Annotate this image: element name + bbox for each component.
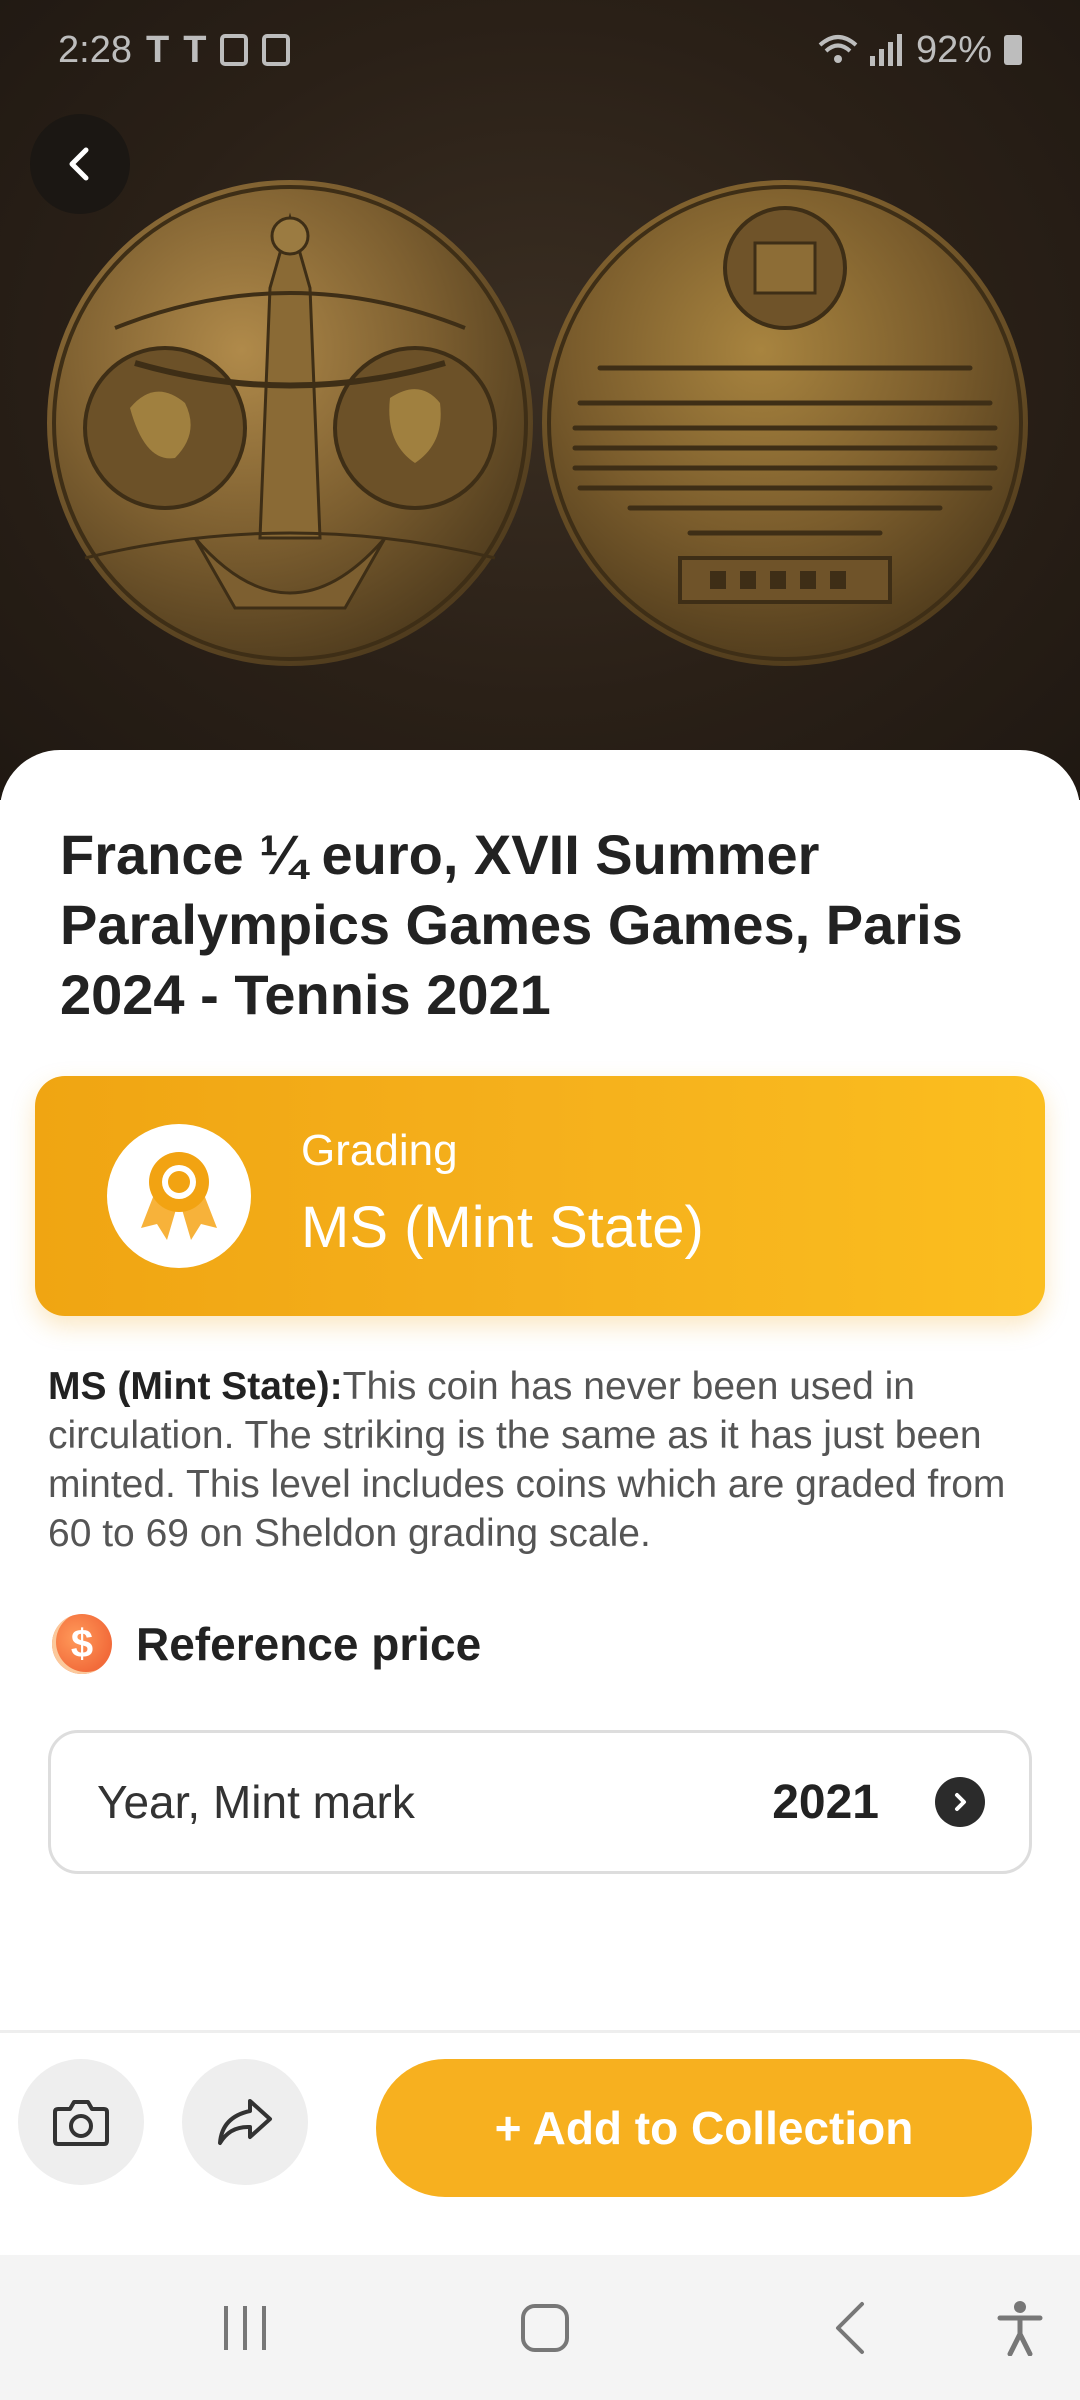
- status-left: 2:28 T T: [58, 28, 291, 72]
- share-button[interactable]: [182, 2059, 308, 2185]
- accessibility-button[interactable]: [990, 2255, 1050, 2400]
- action-bar: + Add to Collection: [0, 2033, 1080, 2255]
- notification-icon: [220, 34, 249, 66]
- chevron-right-icon: [935, 1777, 985, 1827]
- carrier-icon: T: [145, 28, 170, 71]
- home-button[interactable]: [510, 2255, 580, 2400]
- status-right: 92%: [818, 29, 1022, 72]
- back-chevron-icon: [836, 2301, 864, 2354]
- home-icon: [521, 2303, 569, 2352]
- dollar-coin-icon: $: [52, 1614, 112, 1674]
- carrier-icon: T: [183, 28, 207, 71]
- wifi-icon: [818, 35, 858, 63]
- status-bar: 2:28 T T 92%: [0, 0, 1080, 100]
- reference-price-header: $ Reference price: [52, 1614, 481, 1674]
- camera-icon: [53, 2100, 109, 2146]
- year-mint-mark-label: Year, Mint mark: [97, 1776, 415, 1828]
- coin-title: France ¼ euro, XVII Summer Paralympics G…: [60, 823, 963, 1026]
- camera-button[interactable]: [18, 2059, 144, 2185]
- battery-level: 92%: [915, 28, 992, 71]
- grade-badge: [107, 1124, 251, 1268]
- grading-description: MS (Mint State):This coin has never been…: [48, 1362, 1038, 1558]
- grading-label: Grading: [301, 1126, 458, 1175]
- medal-reverse-image: [542, 180, 1028, 666]
- coin-image-hero: 2:28 T T 92%: [0, 0, 1080, 800]
- detail-sheet: France ¼ euro, XVII Summer Paralympics G…: [0, 750, 1080, 2030]
- reference-price-title: Reference price: [136, 1618, 482, 1670]
- gallery-icon: [262, 34, 291, 66]
- add-to-collection-button[interactable]: + Add to Collection: [376, 2059, 1032, 2197]
- grading-card: Grading MS (Mint State): [35, 1076, 1045, 1316]
- year-mint-mark-value: 2021: [772, 1775, 879, 1829]
- accessibility-icon: [997, 2300, 1043, 2356]
- signal-icon: [869, 34, 902, 66]
- share-icon: [218, 2099, 272, 2145]
- medal-obverse-image: [47, 180, 533, 666]
- system-nav-bar: [0, 2255, 1080, 2400]
- coin-detail-screen: 2:28 T T 92% France ¼ euro, XVII Summer …: [0, 0, 1080, 2400]
- grading-description-term: MS (Mint State):: [48, 1365, 343, 1408]
- recent-apps-icon: [224, 2305, 266, 2350]
- recent-apps-button[interactable]: [210, 2255, 280, 2400]
- grading-value: MS (Mint State): [301, 1195, 704, 1260]
- award-ribbon-icon: [141, 1152, 217, 1240]
- battery-icon: [1004, 35, 1022, 65]
- year-mint-mark-row[interactable]: Year, Mint mark 2021: [48, 1730, 1032, 1874]
- system-back-button[interactable]: [820, 2255, 880, 2400]
- status-time: 2:28: [58, 28, 132, 71]
